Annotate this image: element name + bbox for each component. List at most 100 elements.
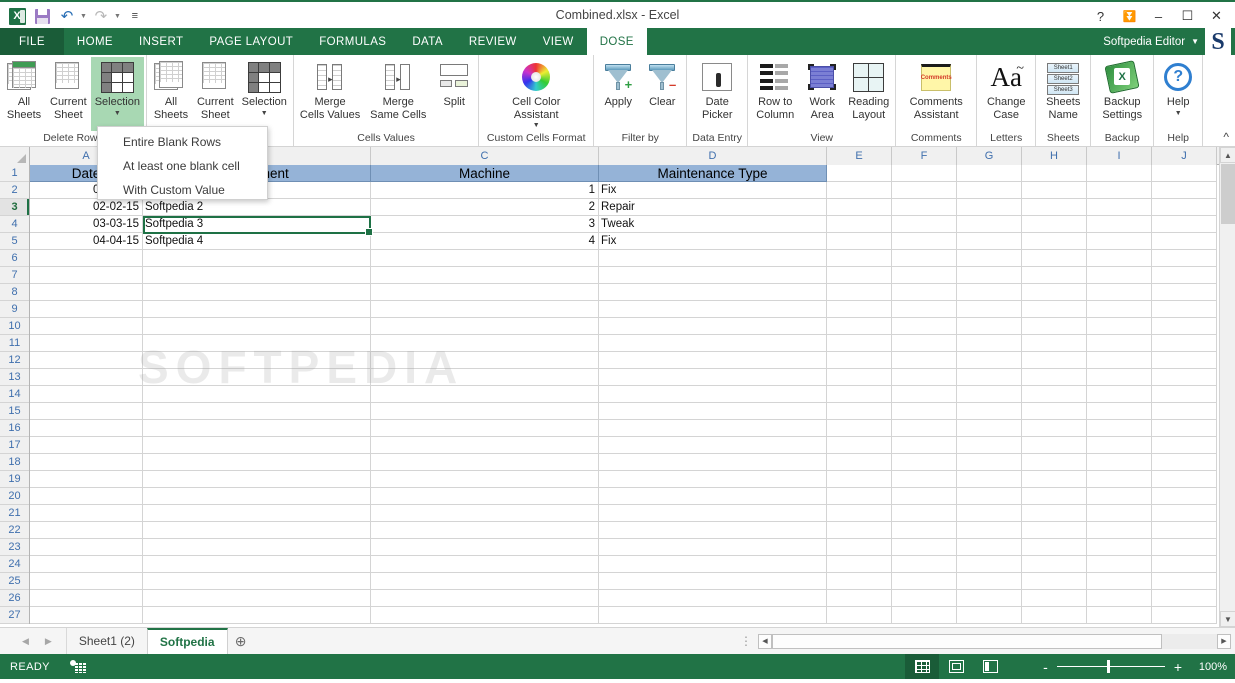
row-header-5[interactable]: 5 [0, 233, 29, 250]
cell-J14[interactable] [1152, 386, 1217, 403]
cell-E25[interactable] [827, 573, 892, 590]
cell-J20[interactable] [1152, 488, 1217, 505]
cell-I16[interactable] [1087, 420, 1152, 437]
cell-J22[interactable] [1152, 522, 1217, 539]
zoom-out-button[interactable]: - [1043, 660, 1048, 674]
row-header-14[interactable]: 14 [0, 386, 29, 403]
cell-E2[interactable] [827, 182, 892, 199]
cell-C26[interactable] [371, 590, 599, 607]
row-header-21[interactable]: 21 [0, 505, 29, 522]
cell-J27[interactable] [1152, 607, 1217, 624]
cell-F14[interactable] [892, 386, 957, 403]
cell-H12[interactable] [1022, 352, 1087, 369]
table-row[interactable] [30, 539, 1217, 556]
cell-A11[interactable] [30, 335, 143, 352]
table-row[interactable] [30, 352, 1217, 369]
cell-A18[interactable] [30, 454, 143, 471]
cell-D7[interactable] [599, 267, 827, 284]
column-header-f[interactable]: F [892, 147, 957, 165]
table-row[interactable] [30, 318, 1217, 335]
tab-insert[interactable]: INSERT [126, 28, 196, 55]
row-header-26[interactable]: 26 [0, 590, 29, 607]
tab-page-layout[interactable]: PAGE LAYOUT [196, 28, 306, 55]
cell-I22[interactable] [1087, 522, 1152, 539]
row-header-2[interactable]: 2 [0, 182, 29, 199]
table-row[interactable] [30, 556, 1217, 573]
cell-H2[interactable] [1022, 182, 1087, 199]
cell-H7[interactable] [1022, 267, 1087, 284]
cell-C11[interactable] [371, 335, 599, 352]
cell-C14[interactable] [371, 386, 599, 403]
column-header-j[interactable]: J [1152, 147, 1217, 165]
cell-H9[interactable] [1022, 301, 1087, 318]
cell-E24[interactable] [827, 556, 892, 573]
table-row[interactable] [30, 522, 1217, 539]
cell-F27[interactable] [892, 607, 957, 624]
cell-D9[interactable] [599, 301, 827, 318]
cell-J2[interactable] [1152, 182, 1217, 199]
cell-I15[interactable] [1087, 403, 1152, 420]
cell-D13[interactable] [599, 369, 827, 386]
close-icon[interactable]: ✕ [1202, 5, 1231, 27]
row-header-24[interactable]: 24 [0, 556, 29, 573]
cell-G15[interactable] [957, 403, 1022, 420]
redo-dropdown-icon[interactable]: ▼ [114, 13, 121, 20]
cell-C23[interactable] [371, 539, 599, 556]
cell-E22[interactable] [827, 522, 892, 539]
table-row[interactable] [30, 573, 1217, 590]
help-ribbon-button[interactable]: ? Help ▼ [1156, 57, 1200, 131]
cell-F20[interactable] [892, 488, 957, 505]
sheets-name-button[interactable]: Sheet1 Sheet2 Sheet3 Sheets Name [1038, 57, 1088, 131]
column-header-g[interactable]: G [957, 147, 1022, 165]
header-cell-C1[interactable]: Machine [371, 165, 599, 182]
row-header-23[interactable]: 23 [0, 539, 29, 556]
cell-E7[interactable] [827, 267, 892, 284]
cell-G17[interactable] [957, 437, 1022, 454]
cell-I19[interactable] [1087, 471, 1152, 488]
cell-H25[interactable] [1022, 573, 1087, 590]
cell-C27[interactable] [371, 607, 599, 624]
cell-G14[interactable] [957, 386, 1022, 403]
cell-C3[interactable]: 2 [371, 199, 599, 216]
cell-I4[interactable] [1087, 216, 1152, 233]
cell-D22[interactable] [599, 522, 827, 539]
cell-A21[interactable] [30, 505, 143, 522]
table-row[interactable] [30, 250, 1217, 267]
cell-E21[interactable] [827, 505, 892, 522]
cell-J24[interactable] [1152, 556, 1217, 573]
help-button[interactable]: ? [1086, 5, 1115, 27]
cell-A6[interactable] [30, 250, 143, 267]
cell-I26[interactable] [1087, 590, 1152, 607]
cell-J10[interactable] [1152, 318, 1217, 335]
cell-J3[interactable] [1152, 199, 1217, 216]
cell-H24[interactable] [1022, 556, 1087, 573]
cell-F15[interactable] [892, 403, 957, 420]
filter-apply-button[interactable]: + Apply [596, 57, 640, 131]
cell-C18[interactable] [371, 454, 599, 471]
delete-columns-current-sheet-button[interactable]: Current Sheet [193, 57, 238, 131]
tab-file[interactable]: FILE [0, 28, 64, 55]
cell-D12[interactable] [599, 352, 827, 369]
row-header-10[interactable]: 10 [0, 318, 29, 335]
cell-B25[interactable] [143, 573, 371, 590]
delete-columns-all-sheets-button[interactable]: All Sheets [149, 57, 193, 131]
cell-E17[interactable] [827, 437, 892, 454]
cell-D14[interactable] [599, 386, 827, 403]
cell-E15[interactable] [827, 403, 892, 420]
cell-G25[interactable] [957, 573, 1022, 590]
cell-D19[interactable] [599, 471, 827, 488]
tab-data[interactable]: DATA [399, 28, 456, 55]
cell-G5[interactable] [957, 233, 1022, 250]
cell-E10[interactable] [827, 318, 892, 335]
cell-I11[interactable] [1087, 335, 1152, 352]
cell-J5[interactable] [1152, 233, 1217, 250]
table-row[interactable]: 03-03-15 Softpedia 3 3 Tweak [30, 216, 1217, 233]
cell-D27[interactable] [599, 607, 827, 624]
cell-D21[interactable] [599, 505, 827, 522]
cell-H11[interactable] [1022, 335, 1087, 352]
date-picker-button[interactable]: Date Picker [689, 57, 745, 131]
cell-G6[interactable] [957, 250, 1022, 267]
cell-G20[interactable] [957, 488, 1022, 505]
cell-H4[interactable] [1022, 216, 1087, 233]
cell-A27[interactable] [30, 607, 143, 624]
